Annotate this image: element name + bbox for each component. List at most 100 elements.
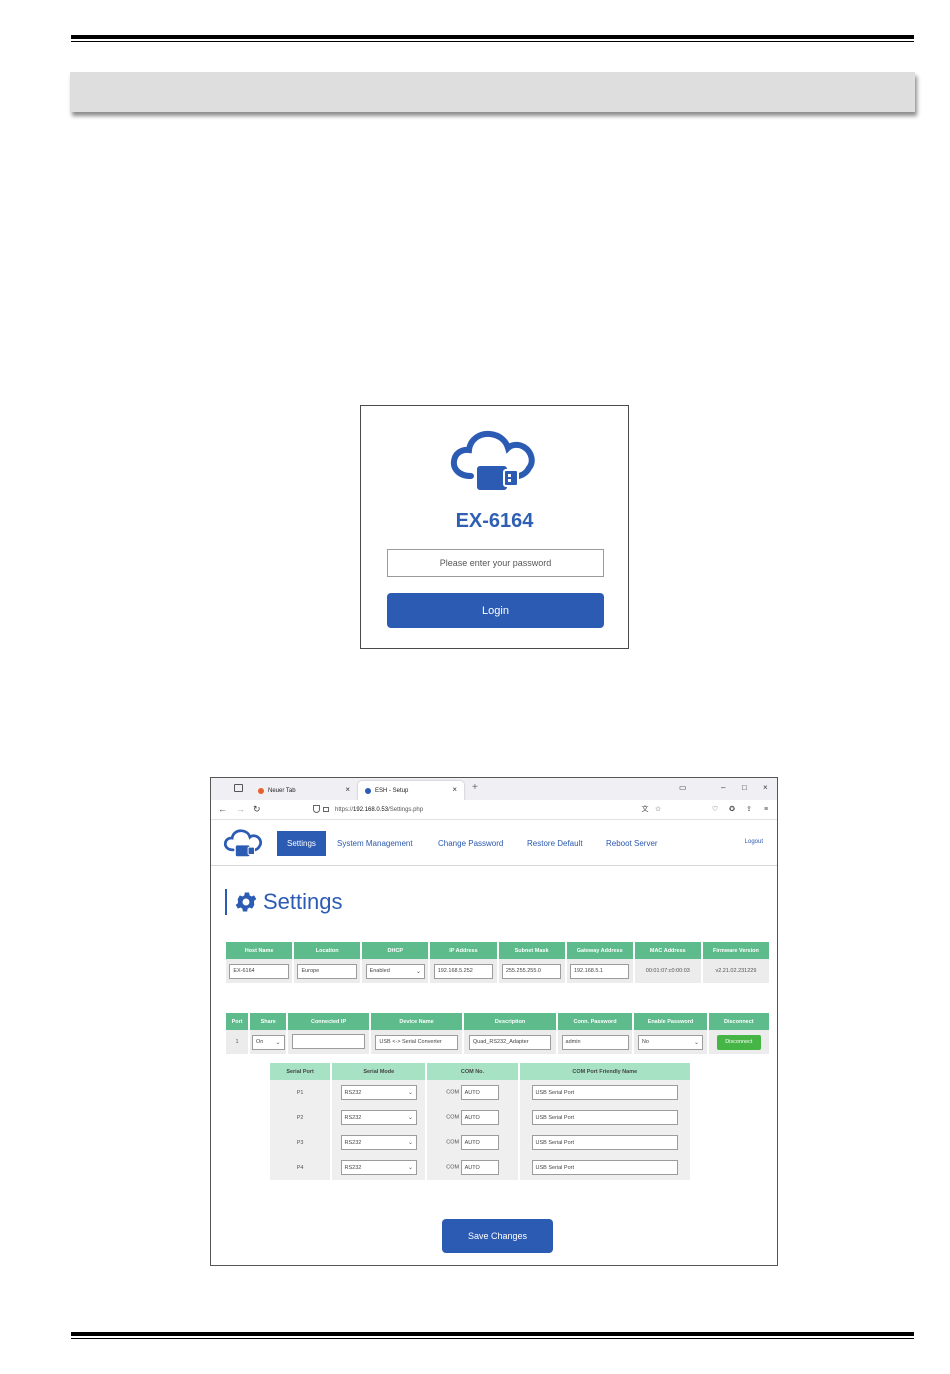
serial-mode-value: RS232 (344, 1089, 362, 1096)
cloud-icon (365, 787, 371, 794)
enable-password-select[interactable]: No ⌄ (637, 1034, 704, 1050)
minimize-icon[interactable]: – (721, 783, 725, 792)
conn-password-input[interactable]: admin (561, 1034, 629, 1050)
pocket-icon[interactable]: ♡ (711, 806, 719, 814)
address-bar[interactable]: https://192.168.0.53/Settings.php (307, 802, 667, 817)
device-name-input[interactable]: USB <-> Serial Converter (375, 1034, 458, 1050)
port-number: 1 (226, 1030, 249, 1054)
col-header: Firmware Version (702, 942, 769, 959)
browser-window: Neuer Tab × ESH - Setup × + ▭ – □ × ← → … (210, 777, 778, 1266)
logout-link[interactable]: Logout (745, 839, 763, 845)
menu-icon[interactable]: ≡ (762, 806, 770, 814)
navigation-toolbar: ← → ↻ https://192.168.0.53/Settings.php … (211, 800, 777, 820)
connected-ip-input[interactable] (292, 1033, 365, 1049)
cloud-usb-logo-icon (223, 829, 263, 857)
friendly-name-input[interactable]: USB Serial Port (531, 1160, 679, 1175)
chevron-down-icon: ⌄ (416, 968, 422, 975)
share-select[interactable]: On ⌄ (251, 1034, 285, 1050)
tab-esh-setup[interactable]: ESH - Setup × (358, 781, 464, 800)
forward-icon[interactable]: → (236, 804, 245, 814)
serial-mode-select[interactable]: RS232 ⌄ (340, 1160, 417, 1175)
col-header: Gateway Address (566, 942, 633, 959)
com-number-input[interactable]: AUTO (460, 1160, 499, 1175)
ip-address-input[interactable]: 192.168.5.252 (433, 963, 494, 979)
serial-mode-select[interactable]: RS232 ⌄ (340, 1135, 417, 1150)
col-header: Subnet Mask (498, 942, 565, 959)
com-number-input[interactable]: AUTO (460, 1110, 499, 1125)
tab-label: Neuer Tab (268, 787, 296, 794)
col-header: Serial Port (270, 1063, 331, 1080)
app-header: Settings System Management Change Passwo… (211, 821, 777, 866)
col-header: COM Port Friendly Name (519, 1063, 690, 1080)
dhcp-value: Enabled (369, 968, 390, 974)
serial-mode-select[interactable]: RS232 ⌄ (340, 1110, 417, 1125)
share-icon[interactable]: ⇪ (745, 806, 753, 814)
description-input[interactable]: Quad_RS232_Adapter (468, 1034, 552, 1050)
table-row: P3 RS232 ⌄ COM AUTO USB Serial Port (270, 1130, 690, 1155)
dhcp-select[interactable]: Enabled ⌄ (365, 963, 426, 979)
back-icon[interactable]: ← (218, 804, 227, 814)
serial-mode-value: RS232 (344, 1114, 362, 1121)
bookmark-star-icon[interactable]: ☆ (654, 806, 662, 814)
url-path: /Settings.php (388, 806, 424, 813)
friendly-name-input[interactable]: USB Serial Port (531, 1135, 679, 1150)
maximize-icon[interactable]: □ (742, 783, 747, 792)
title-accent-bar (225, 889, 227, 915)
header-rule-thick (71, 35, 914, 39)
login-button[interactable]: Login (387, 593, 604, 628)
friendly-name-input[interactable]: USB Serial Port (531, 1085, 679, 1100)
enable-password-value: No (641, 1039, 649, 1045)
menu-restore-default[interactable]: Restore Default (527, 831, 583, 856)
subnet-mask-input[interactable]: 255.255.255.0 (501, 963, 562, 979)
com-number-input[interactable]: AUTO (460, 1085, 499, 1100)
tab-groups-icon[interactable] (234, 784, 243, 792)
close-icon[interactable]: × (452, 785, 457, 794)
menu-settings[interactable]: Settings (277, 831, 326, 856)
tab-list-icon[interactable]: ▭ (679, 783, 687, 792)
window-close-icon[interactable]: × (763, 783, 768, 792)
shield-icon (313, 805, 320, 813)
col-header: Host Name (226, 942, 293, 959)
new-tab-icon[interactable]: + (472, 782, 478, 793)
translate-icon[interactable]: 文 (641, 806, 649, 814)
cloud-usb-logo-icon (450, 430, 535, 490)
menu-system-management[interactable]: System Management (337, 831, 413, 856)
com-label: COM (446, 1114, 460, 1121)
login-card: EX-6164 Login (360, 405, 629, 649)
footer-rule-thick (71, 1332, 914, 1336)
com-label: COM (446, 1164, 460, 1171)
settings-title: Settings (263, 889, 343, 914)
header-rule-thin (71, 41, 914, 42)
close-icon[interactable]: × (345, 785, 350, 794)
table-row: 1 On ⌄ USB <-> Serial Converter Quad_RS23… (226, 1030, 769, 1054)
reload-icon[interactable]: ↻ (253, 804, 261, 815)
com-number-input[interactable]: AUTO (460, 1135, 499, 1150)
tab-bar: Neuer Tab × ESH - Setup × + ▭ – □ × (211, 778, 777, 800)
col-header: Disconnect (708, 1013, 769, 1030)
gateway-input[interactable]: 192.168.5.1 (569, 963, 630, 979)
port-table: Port Share Connected IP Device Name Desc… (224, 1013, 771, 1054)
disconnect-button[interactable]: Disconnect (716, 1034, 761, 1050)
host-table: Host Name Location DHCP IP Address Subne… (224, 942, 771, 983)
device-model-title: EX-6164 (455, 510, 534, 532)
chevron-down-icon: ⌄ (407, 1115, 413, 1121)
friendly-name-input[interactable]: USB Serial Port (531, 1110, 679, 1125)
serial-port-table: Serial Port Serial Mode COM No. COM Port… (268, 1063, 692, 1180)
url-host: 192.168.0.53 (353, 806, 389, 813)
col-header: IP Address (430, 942, 497, 959)
table-row: P2 RS232 ⌄ COM AUTO USB Serial Port (270, 1105, 690, 1130)
location-input[interactable]: Europe (297, 963, 357, 979)
col-header: MAC Address (634, 942, 701, 959)
host-name-input[interactable]: EX-6164 (229, 963, 289, 979)
extensions-icon[interactable]: ✪ (728, 806, 736, 814)
table-row: P1 RS232 ⌄ COM AUTO USB Serial Port (270, 1080, 690, 1105)
password-field[interactable] (387, 549, 604, 577)
firmware-version-value: v2.21.02.231229 (702, 959, 769, 983)
tab-new-tab[interactable]: Neuer Tab × (251, 781, 357, 800)
serial-mode-select[interactable]: RS232 ⌄ (340, 1085, 417, 1100)
menu-reboot-server[interactable]: Reboot Server (606, 831, 658, 856)
col-header: Connected IP (288, 1013, 369, 1030)
menu-change-password[interactable]: Change Password (438, 831, 503, 856)
footer-rule-thin (71, 1338, 914, 1339)
save-changes-button[interactable]: Save Changes (442, 1219, 553, 1253)
